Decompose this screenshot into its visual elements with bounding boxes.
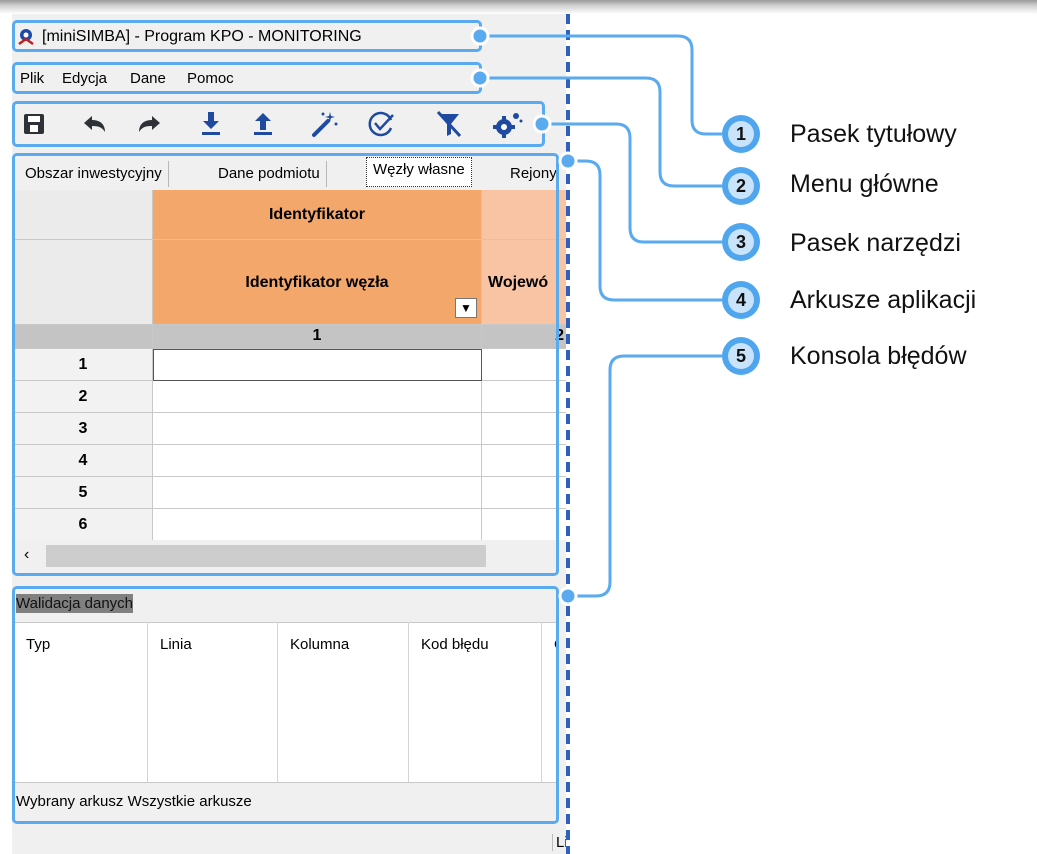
callout-label-pasek-narzedzi: Pasek narzędzi	[790, 229, 961, 257]
callout-badge-1: 1	[722, 115, 760, 153]
callout-badge-5: 5	[722, 337, 760, 375]
callout-badge-2: 2	[722, 167, 760, 205]
callout-badge-4: 4	[722, 281, 760, 319]
callout-label-pasek-tytulowy: Pasek tytułowy	[790, 120, 957, 148]
callout-label-konsola-bledow: Konsola błędów	[790, 342, 967, 370]
callout-label-menu-glowne: Menu główne	[790, 170, 939, 198]
callout-label-arkusze-aplikacji: Arkusze aplikacji	[790, 286, 977, 314]
callout-badge-3: 3	[722, 223, 760, 261]
